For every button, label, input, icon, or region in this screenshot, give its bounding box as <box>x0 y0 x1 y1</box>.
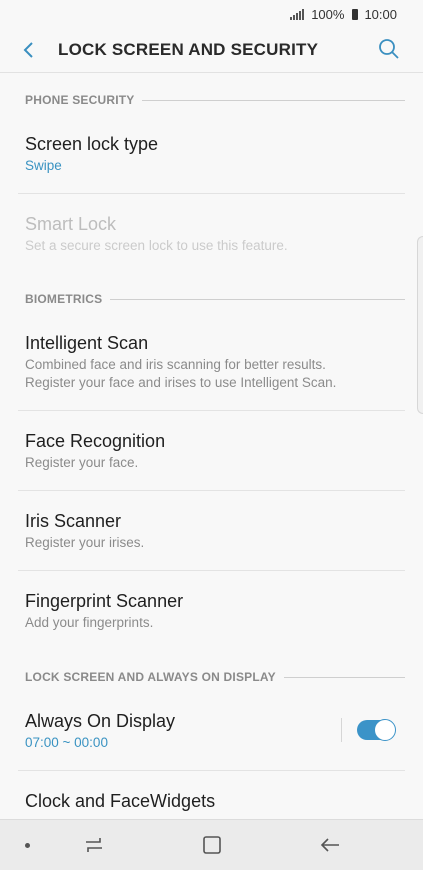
section-rule <box>283 676 405 678</box>
item-summary: Add your fingerprints. <box>25 615 154 630</box>
item-title: Clock and FaceWidgets <box>25 791 216 811</box>
item-summary: Combined face and iris scanning for bett… <box>25 357 326 372</box>
back-icon[interactable] <box>318 834 342 856</box>
item-title: Iris Scanner <box>25 511 122 531</box>
face-recognition-item[interactable]: Face Recognition Register your face. <box>25 430 405 472</box>
item-title: Face Recognition <box>25 431 166 451</box>
section-title: BIOMETRICS <box>25 292 103 306</box>
app-bar: LOCK SCREEN AND SECURITY <box>0 28 423 72</box>
toggle-knob <box>374 719 396 741</box>
navigation-bar <box>0 819 423 870</box>
section-header-phone-security: PHONE SECURITY <box>25 92 405 108</box>
toggle-separator <box>341 718 342 742</box>
item-title: Screen lock type <box>25 134 159 154</box>
section-title: PHONE SECURITY <box>25 93 135 107</box>
item-title: Intelligent Scan <box>25 333 149 353</box>
scroll-indicator[interactable] <box>417 236 423 414</box>
back-arrow-icon[interactable] <box>18 38 42 62</box>
header-divider <box>0 72 423 73</box>
section-title: LOCK SCREEN AND ALWAYS ON DISPLAY <box>25 670 276 684</box>
item-summary: Swipe <box>25 158 62 173</box>
nav-dot-icon <box>25 843 30 848</box>
search-icon[interactable] <box>377 37 401 61</box>
status-time: 10:00 <box>364 6 397 22</box>
section-rule <box>110 298 405 300</box>
intelligent-scan-item[interactable]: Intelligent Scan Combined face and iris … <box>25 332 405 392</box>
fingerprint-scanner-item[interactable]: Fingerprint Scanner Add your fingerprint… <box>25 590 405 632</box>
clock-facewidgets-item[interactable]: Clock and FaceWidgets <box>25 790 405 812</box>
item-summary: 07:00 ~ 00:00 <box>25 735 108 750</box>
always-on-display-toggle[interactable] <box>357 719 396 741</box>
divider <box>18 770 405 771</box>
always-on-display-item[interactable]: Always On Display 07:00 ~ 00:00 <box>25 710 333 752</box>
signal-icon <box>290 8 305 20</box>
home-icon[interactable] <box>200 834 224 856</box>
divider <box>18 490 405 491</box>
status-bar: 100% 10:00 <box>0 0 423 28</box>
divider <box>18 410 405 411</box>
recents-icon[interactable] <box>82 834 106 856</box>
divider <box>18 193 405 194</box>
item-title: Smart Lock <box>25 214 117 234</box>
page-title: LOCK SCREEN AND SECURITY <box>58 40 319 59</box>
battery-percent: 100% <box>311 6 345 22</box>
item-title: Always On Display <box>25 711 176 731</box>
item-summary: Register your face. <box>25 455 139 470</box>
screen-lock-type-item[interactable]: Screen lock type Swipe <box>25 133 405 175</box>
divider <box>18 570 405 571</box>
item-summary: Register your face and irises to use Int… <box>25 375 337 390</box>
item-summary: Set a secure screen lock to use this fea… <box>25 238 288 253</box>
section-header-biometrics: BIOMETRICS <box>25 291 405 307</box>
battery-icon <box>352 8 359 20</box>
iris-scanner-item[interactable]: Iris Scanner Register your irises. <box>25 510 405 552</box>
item-title: Fingerprint Scanner <box>25 591 184 611</box>
smart-lock-item: Smart Lock Set a secure screen lock to u… <box>25 213 405 255</box>
section-rule <box>142 99 405 101</box>
section-header-lock-screen: LOCK SCREEN AND ALWAYS ON DISPLAY <box>25 669 405 685</box>
item-summary: Register your irises. <box>25 535 145 550</box>
